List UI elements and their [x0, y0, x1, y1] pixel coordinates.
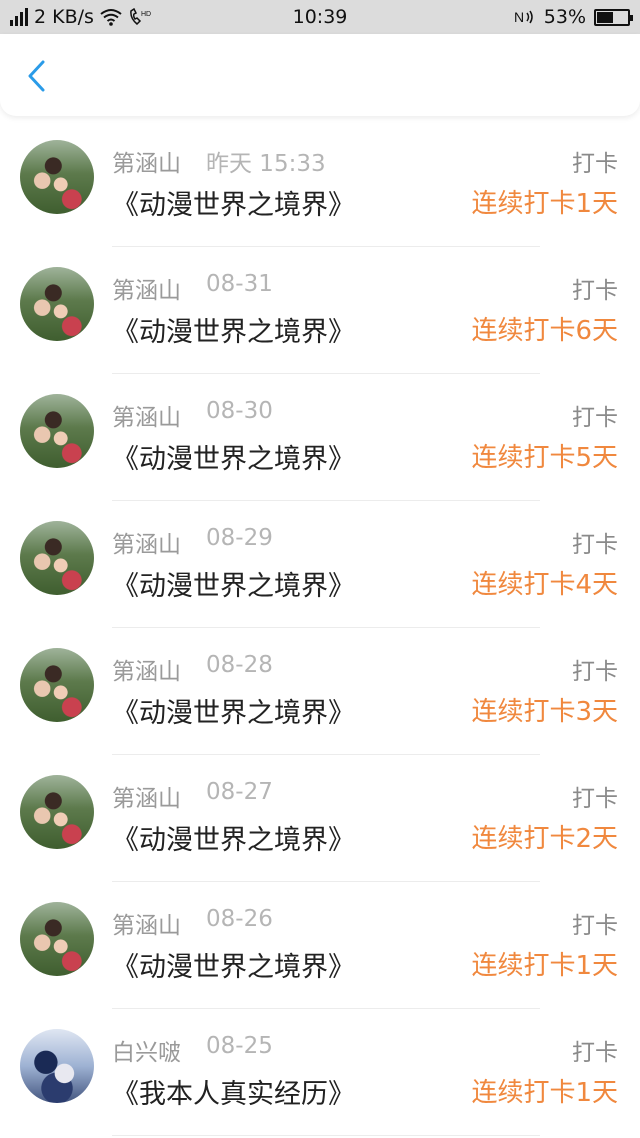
book-title[interactable]: 《动漫世界之境界》	[112, 183, 355, 222]
list-item[interactable]: 第涵山 08-31 打卡 《动漫世界之境界》 连续打卡6天	[0, 247, 640, 374]
user-name[interactable]: 第涵山	[112, 652, 181, 686]
streak-count: 连续打卡1天	[471, 1078, 618, 1108]
nfc-icon: N	[514, 9, 533, 25]
avatar[interactable]	[20, 394, 94, 468]
divider	[112, 1135, 540, 1136]
list-item[interactable]: 白兴啵 08-25 打卡 《我本人真实经历》 连续打卡1天	[0, 1009, 640, 1136]
nav-bar	[0, 34, 640, 116]
back-button[interactable]	[18, 56, 54, 96]
list-item[interactable]: 第涵山 08-29 打卡 《动漫世界之境界》 连续打卡4天	[0, 501, 640, 628]
list-item[interactable]: 第涵山 08-27 打卡 《动漫世界之境界》 连续打卡2天	[0, 755, 640, 882]
checkin-tag: 打卡	[572, 1040, 618, 1066]
streak-count: 连续打卡6天	[471, 316, 618, 346]
streak-count: 连续打卡5天	[471, 443, 618, 473]
streak-count: 连续打卡1天	[471, 189, 618, 219]
user-name[interactable]: 第涵山	[112, 779, 181, 813]
checkin-tag: 打卡	[572, 659, 618, 685]
book-title[interactable]: 《动漫世界之境界》	[112, 818, 355, 857]
post-time: 08-26	[206, 906, 273, 932]
chevron-left-icon	[28, 60, 45, 92]
user-name[interactable]: 第涵山	[112, 906, 181, 940]
checkin-tag: 打卡	[572, 913, 618, 939]
user-name[interactable]: 第涵山	[112, 525, 181, 559]
avatar[interactable]	[20, 267, 94, 341]
book-title[interactable]: 《动漫世界之境界》	[112, 437, 355, 476]
book-title[interactable]: 《动漫世界之境界》	[112, 564, 355, 603]
post-time: 08-30	[206, 398, 273, 424]
streak-count: 连续打卡3天	[471, 697, 618, 727]
svg-text:N: N	[514, 9, 524, 25]
checkin-tag: 打卡	[572, 405, 618, 431]
user-name[interactable]: 第涵山	[112, 144, 181, 178]
post-time: 08-25	[206, 1033, 273, 1059]
book-title[interactable]: 《动漫世界之境界》	[112, 691, 355, 730]
streak-count: 连续打卡1天	[471, 951, 618, 981]
avatar[interactable]	[20, 140, 94, 214]
streak-count: 连续打卡2天	[471, 824, 618, 854]
post-time: 08-28	[206, 652, 273, 678]
avatar[interactable]	[20, 521, 94, 595]
status-right: N 53%	[514, 6, 633, 28]
post-time: 08-29	[206, 525, 273, 551]
list-item[interactable]: 第涵山 昨天 15:33 打卡 《动漫世界之境界》 连续打卡1天	[0, 120, 640, 247]
list-item[interactable]: 第涵山 08-28 打卡 《动漫世界之境界》 连续打卡3天	[0, 628, 640, 755]
checkin-list: 第涵山 昨天 15:33 打卡 《动漫世界之境界》 连续打卡1天 第涵山 08-…	[0, 120, 640, 1136]
post-time: 08-31	[206, 271, 273, 297]
status-bar: 2 KB/s HD 10:39 N 53%	[0, 0, 640, 34]
book-title[interactable]: 《动漫世界之境界》	[112, 310, 355, 349]
user-name[interactable]: 白兴啵	[112, 1033, 181, 1067]
avatar[interactable]	[20, 1029, 94, 1103]
checkin-tag: 打卡	[572, 786, 618, 812]
list-item[interactable]: 第涵山 08-30 打卡 《动漫世界之境界》 连续打卡5天	[0, 374, 640, 501]
avatar[interactable]	[20, 902, 94, 976]
post-time: 08-27	[206, 779, 273, 805]
checkin-tag: 打卡	[572, 151, 618, 177]
battery-icon	[594, 8, 633, 26]
list-item[interactable]: 第涵山 08-26 打卡 《动漫世界之境界》 连续打卡1天	[0, 882, 640, 1009]
streak-count: 连续打卡4天	[471, 570, 618, 600]
avatar[interactable]	[20, 775, 94, 849]
checkin-tag: 打卡	[572, 278, 618, 304]
user-name[interactable]: 第涵山	[112, 398, 181, 432]
checkin-tag: 打卡	[572, 532, 618, 558]
book-title[interactable]: 《动漫世界之境界》	[112, 945, 355, 984]
avatar[interactable]	[20, 648, 94, 722]
user-name[interactable]: 第涵山	[112, 271, 181, 305]
battery-percent: 53%	[543, 6, 586, 28]
book-title[interactable]: 《我本人真实经历》	[112, 1072, 355, 1111]
post-time: 昨天 15:33	[206, 151, 326, 177]
